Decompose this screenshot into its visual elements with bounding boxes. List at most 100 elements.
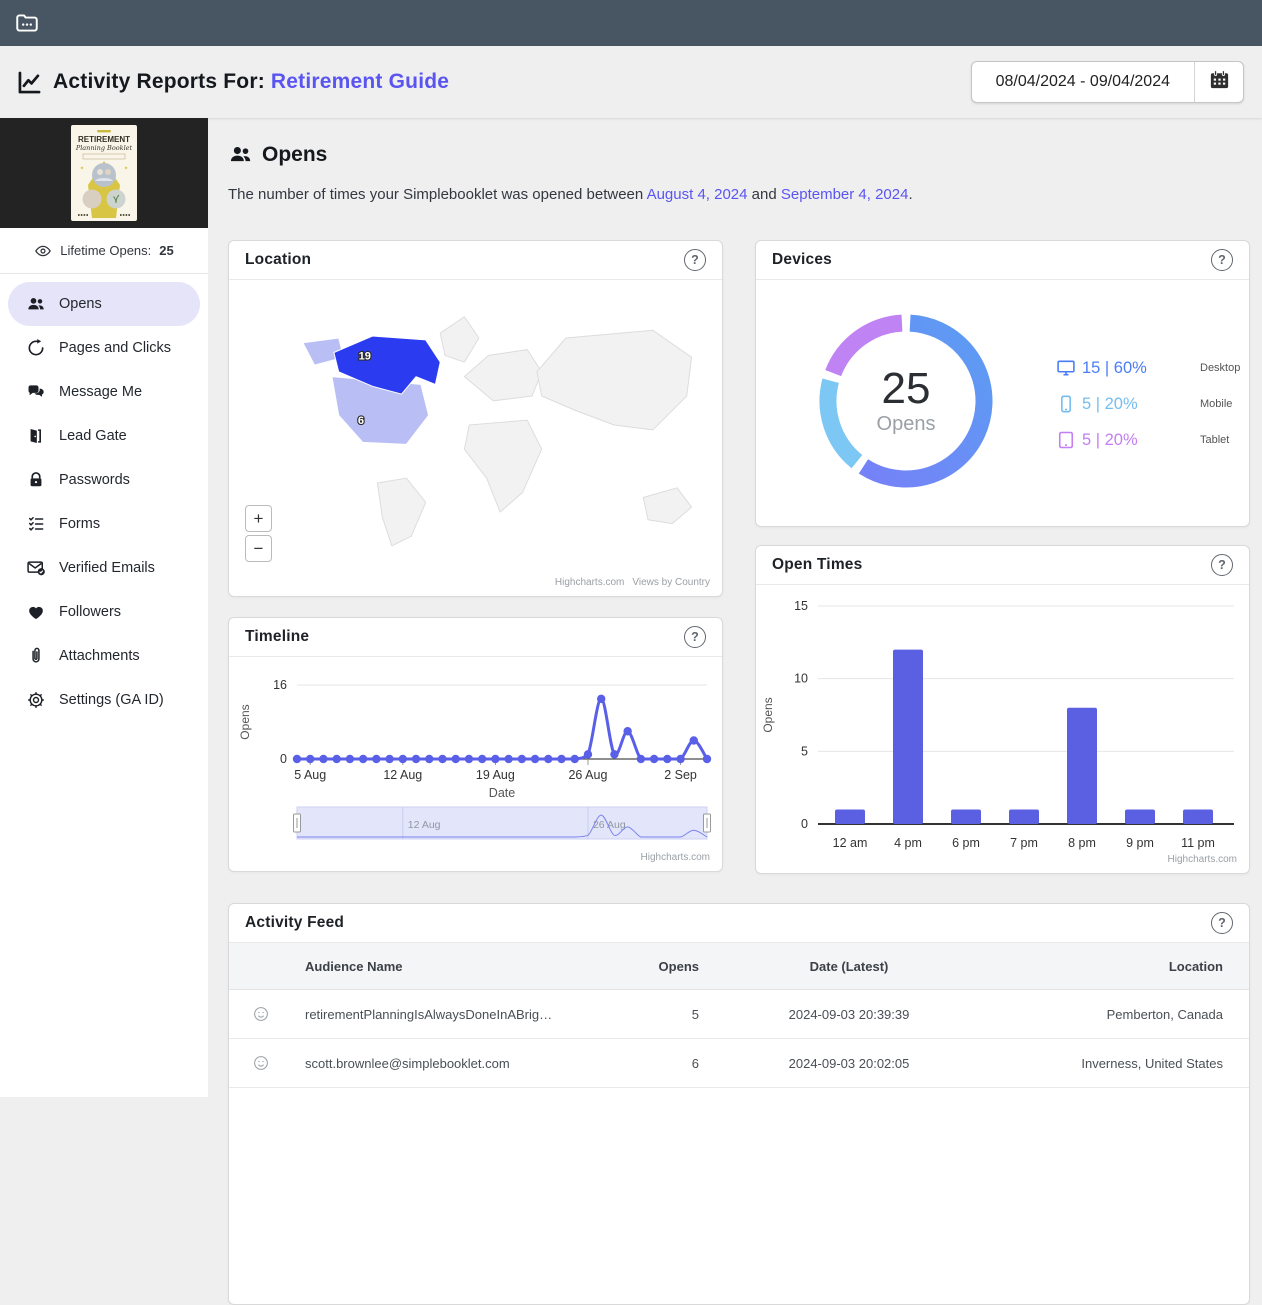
- table-row[interactable]: scott.brownlee@simplebooklet.com 6 2024-…: [229, 1039, 1249, 1088]
- timeline-card: Timeline ? 160Opens5 Aug12 Aug19 Aug26 A…: [228, 617, 723, 872]
- svg-text:5: 5: [801, 744, 808, 758]
- donut-segment-mobile[interactable]: [811, 306, 1001, 496]
- activity-feed-card: Activity Feed ? Audience Name Opens Date…: [228, 903, 1250, 1305]
- svg-text:12 am: 12 am: [833, 836, 868, 850]
- card-title: Open Times: [772, 556, 862, 574]
- row-date: 2024-09-03 20:39:39: [709, 1007, 989, 1022]
- devices-donut-chart[interactable]: [811, 306, 1001, 496]
- people-icon: [26, 294, 46, 314]
- date-range-value[interactable]: 08/04/2024 - 09/04/2024: [972, 73, 1194, 91]
- sidebar-item-label: Verified Emails: [59, 560, 155, 576]
- lifetime-opens-value: 25: [159, 243, 173, 258]
- line-chart-icon: [16, 69, 43, 96]
- svg-text:19 Aug: 19 Aug: [476, 768, 515, 782]
- booklet-thumbnail[interactable]: RETIREMENT Planning Booklet: [0, 118, 208, 228]
- booklets-folder-icon[interactable]: [14, 10, 40, 36]
- start-date: August 4, 2024: [647, 186, 748, 203]
- booklet-cover-image: RETIREMENT Planning Booklet: [71, 125, 137, 221]
- sidebar-item-label: Forms: [59, 516, 100, 532]
- location-card: Location ? 19 6: [228, 240, 723, 597]
- main-content: Opens The number of times your Simpleboo…: [228, 118, 1248, 1097]
- bar-12am[interactable]: [835, 809, 865, 824]
- legend-value: 5 | 20%: [1082, 431, 1200, 450]
- donut-segment-tablet[interactable]: [811, 306, 1001, 496]
- sidebar-item-label: Passwords: [59, 472, 130, 488]
- section-description: The number of times your Simplebooklet w…: [228, 186, 913, 203]
- world-map-chart[interactable]: 19 6: [229, 280, 722, 570]
- lifetime-opens-label: Lifetime Opens:: [60, 243, 151, 258]
- devices-card: Devices ? 25 Opens 15 | 60% Desktop: [755, 240, 1250, 527]
- sidebar-item-passwords[interactable]: Passwords: [8, 458, 200, 502]
- svg-text:0: 0: [801, 817, 808, 831]
- legend-value: 15 | 60%: [1082, 359, 1200, 378]
- sidebar-item-opens[interactable]: Opens: [8, 282, 200, 326]
- legend-value: 5 | 20%: [1082, 395, 1200, 414]
- page-header: Activity Reports For:Retirement Guide 08…: [0, 46, 1262, 118]
- sidebar-item-label: Settings (GA ID): [59, 692, 164, 708]
- section-title: Opens: [262, 143, 327, 167]
- chat-bubbles-icon: [26, 382, 46, 402]
- bar-11pm[interactable]: [1183, 809, 1213, 824]
- sidebar: RETIREMENT Planning Booklet Lifetim: [0, 118, 208, 1097]
- svg-text:11 pm: 11 pm: [1181, 836, 1215, 850]
- svg-text:Opens: Opens: [761, 697, 775, 732]
- sidebar-item-followers[interactable]: Followers: [8, 590, 200, 634]
- devices-legend: 15 | 60% Desktop 5 | 20% Mobile: [1056, 350, 1240, 458]
- page-title: Activity Reports For:Retirement Guide: [53, 70, 449, 94]
- svg-text:15: 15: [794, 599, 808, 613]
- svg-text:2 Sep: 2 Sep: [664, 768, 697, 782]
- bar-8pm[interactable]: [1067, 708, 1097, 824]
- lifetime-opens: Lifetime Opens: 25: [0, 228, 208, 274]
- checklist-icon: [26, 514, 46, 534]
- svg-text:6 pm: 6 pm: [952, 836, 980, 850]
- date-range-picker[interactable]: 08/04/2024 - 09/04/2024: [971, 61, 1244, 103]
- gear-icon: [26, 690, 46, 710]
- timeline-line-chart[interactable]: 160Opens5 Aug12 Aug19 Aug26 Aug2 SepDate…: [229, 657, 722, 869]
- row-location: Pemberton, Canada: [989, 1007, 1249, 1022]
- legend-label: Mobile: [1200, 398, 1240, 410]
- svg-text:12 Aug: 12 Aug: [408, 819, 441, 831]
- svg-text:5 Aug: 5 Aug: [294, 768, 326, 782]
- smiley-avatar-icon: [252, 1054, 270, 1072]
- eye-icon: [34, 242, 52, 260]
- desktop-icon: [1056, 358, 1076, 378]
- sidebar-item-verified-emails[interactable]: Verified Emails: [8, 546, 200, 590]
- open-times-bar-chart[interactable]: 051015Opens12 am4 pm6 pm7 pm8 pm9 pm11 p…: [756, 585, 1249, 857]
- help-icon[interactable]: ?: [1211, 249, 1233, 271]
- svg-text:16: 16: [273, 678, 287, 692]
- sidebar-item-message-me[interactable]: Message Me: [8, 370, 200, 414]
- bar-9pm[interactable]: [1125, 809, 1155, 824]
- legend-row-tablet: 5 | 20% Tablet: [1056, 422, 1240, 458]
- sidebar-item-label: Opens: [59, 296, 102, 312]
- bar-6pm[interactable]: [951, 809, 981, 824]
- help-icon[interactable]: ?: [1211, 554, 1233, 576]
- bar-4pm[interactable]: [893, 650, 923, 824]
- sidebar-item-forms[interactable]: Forms: [8, 502, 200, 546]
- row-date: 2024-09-03 20:02:05: [709, 1056, 989, 1071]
- table-header: Audience Name Opens Date (Latest) Locati…: [229, 943, 1249, 990]
- sidebar-item-settings[interactable]: Settings (GA ID): [8, 678, 200, 722]
- svg-text:26 Aug: 26 Aug: [593, 819, 626, 831]
- sidebar-item-label: Message Me: [59, 384, 142, 400]
- top-navbar: [0, 0, 1262, 46]
- calendar-button[interactable]: [1195, 62, 1243, 102]
- help-icon[interactable]: ?: [684, 626, 706, 648]
- table-row[interactable]: retirementPlanningIsAlwaysDoneInABrightW…: [229, 990, 1249, 1039]
- sidebar-item-lead-gate[interactable]: Lead Gate: [8, 414, 200, 458]
- bar-7pm[interactable]: [1009, 809, 1039, 824]
- sidebar-item-label: Attachments: [59, 648, 140, 664]
- help-icon[interactable]: ?: [1211, 912, 1233, 934]
- sidebar-item-pages-and-clicks[interactable]: Pages and Clicks: [8, 326, 200, 370]
- map-zoom-in-button[interactable]: +: [245, 505, 272, 532]
- booklet-name: Retirement Guide: [271, 70, 449, 93]
- col-opens: Opens: [559, 959, 709, 974]
- svg-text:Date: Date: [489, 786, 515, 800]
- help-icon[interactable]: ?: [684, 249, 706, 271]
- chart-credit: Highcharts.com: [633, 852, 710, 863]
- map-zoom-out-button[interactable]: −: [245, 535, 272, 562]
- end-date: September 4, 2024: [781, 186, 909, 203]
- sidebar-item-label: Pages and Clicks: [59, 340, 171, 356]
- row-location: Inverness, United States: [989, 1056, 1249, 1071]
- svg-text:7 pm: 7 pm: [1010, 836, 1038, 850]
- sidebar-item-attachments[interactable]: Attachments: [8, 634, 200, 678]
